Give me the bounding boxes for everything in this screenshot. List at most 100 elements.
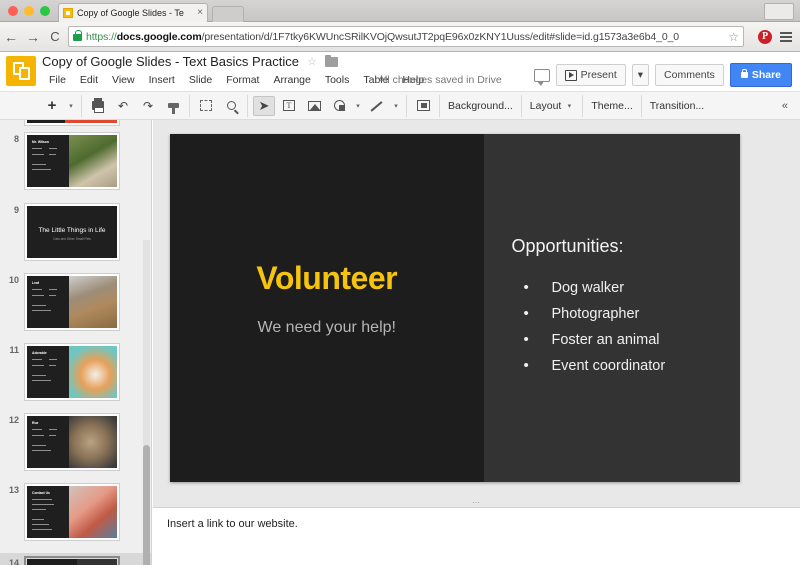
menu-view[interactable]: View — [105, 72, 142, 88]
thumbnail-number: 9 — [13, 205, 19, 215]
pinterest-extension-icon[interactable]: P — [758, 29, 772, 44]
theme-button[interactable]: Theme... — [583, 94, 642, 117]
share-label: Share — [751, 69, 781, 81]
line-caret-icon[interactable]: ▾ — [391, 102, 401, 110]
menu-arrange[interactable]: Arrange — [266, 72, 317, 88]
thumbnail-frame[interactable]: Contact Us — [24, 483, 120, 541]
minimize-window-button[interactable] — [24, 6, 34, 16]
thumbnail-frame[interactable] — [24, 120, 120, 126]
shape-icon[interactable] — [328, 96, 350, 116]
thumbnail-preview: Adorable — [27, 346, 117, 398]
close-tab-icon[interactable]: × — [197, 8, 203, 18]
reload-icon[interactable]: C — [44, 29, 66, 44]
notes-splitter[interactable]: ⋯ — [153, 498, 800, 508]
comments-button[interactable]: Comments — [655, 64, 724, 86]
star-icon[interactable]: ☆ — [307, 55, 317, 68]
print-icon[interactable] — [87, 96, 109, 116]
new-slide-icon[interactable] — [41, 96, 63, 116]
line-icon[interactable] — [366, 96, 388, 116]
text-box-icon[interactable]: T — [278, 96, 300, 116]
list-item[interactable]: Dog walker — [524, 279, 666, 296]
header-actions: Present ▾ Comments Share — [533, 63, 792, 87]
address-bar[interactable]: https://docs.google.com/presentation/d/1… — [68, 26, 744, 47]
menu-insert[interactable]: Insert — [142, 72, 182, 88]
slide-right-panel[interactable]: Opportunities: Dog walker Photographer F… — [483, 134, 740, 482]
page-title[interactable]: Copy of Google Slides - Text Basics Prac… — [42, 54, 299, 69]
thumbnail-slide-13[interactable]: 13 Contact Us — [0, 483, 151, 541]
menu-tools[interactable]: Tools — [318, 72, 357, 88]
bookmark-star-icon[interactable]: ☆ — [728, 30, 739, 44]
close-window-button[interactable] — [8, 6, 18, 16]
layout-caret-icon: ▾ — [567, 102, 572, 110]
undo-icon[interactable]: ↶ — [112, 96, 134, 116]
thumbnail-preview — [27, 120, 117, 123]
thumbnail-title: Mr. Wilson — [32, 140, 49, 144]
menu-file[interactable]: File — [42, 72, 73, 88]
list-item[interactable]: Foster an animal — [524, 331, 666, 348]
google-slides-logo-icon[interactable] — [6, 56, 36, 86]
thumbnail-slide-10[interactable]: 10 Leaf — [0, 273, 151, 331]
speaker-notes-panel[interactable]: Insert a link to our website. — [153, 508, 800, 565]
present-options-button[interactable]: ▾ — [631, 64, 650, 86]
speaker-notes-text[interactable]: Insert a link to our website. — [167, 518, 786, 530]
layout-button[interactable]: Layout ▾ — [522, 94, 584, 117]
menu-edit[interactable]: Edit — [73, 72, 105, 88]
lock-icon — [73, 30, 82, 41]
thumbnail-number: 14 — [8, 558, 19, 565]
thumbnail-frame-selected[interactable]: Volunteer We need your help! Opportuniti… — [24, 556, 120, 565]
browser-tab-active[interactable]: Copy of Google Slides - Te × — [58, 3, 208, 22]
chrome-menu-icon[interactable] — [780, 30, 792, 44]
shape-caret-icon[interactable]: ▾ — [353, 102, 363, 110]
maximize-window-button[interactable] — [40, 6, 50, 16]
slide-left-panel[interactable]: Volunteer We need your help! — [170, 134, 484, 482]
menu-slide[interactable]: Slide — [182, 72, 219, 88]
slide-filmstrip[interactable]: 7 8 Mr. Wilson — [0, 120, 152, 565]
share-button[interactable]: Share — [729, 63, 792, 87]
thumbnail-slide-7[interactable]: 7 — [0, 120, 151, 126]
browser-nav-bar: ← → C https://docs.google.com/presentati… — [0, 22, 800, 52]
insert-image-icon[interactable] — [303, 96, 325, 116]
thumbnail-number: 10 — [8, 275, 19, 285]
paint-format-icon[interactable] — [162, 96, 184, 116]
forward-icon[interactable]: → — [22, 29, 44, 45]
present-button[interactable]: Present — [555, 64, 626, 86]
slide-bullet-list[interactable]: Dog walker Photographer Foster an animal… — [524, 279, 666, 384]
list-item[interactable]: Event coordinator — [524, 357, 666, 374]
thumbnail-frame[interactable]: Rue — [24, 413, 120, 471]
thumbnail-frame[interactable]: Leaf — [24, 273, 120, 331]
slide-subtitle[interactable]: We need your help! — [170, 319, 484, 337]
zoom-icon[interactable] — [220, 96, 242, 116]
transition-button[interactable]: Transition... — [642, 95, 712, 117]
toolbar-group-view — [190, 94, 248, 117]
redo-icon[interactable]: ↷ — [137, 96, 159, 116]
current-slide[interactable]: Volunteer We need your help! Opportuniti… — [170, 134, 740, 482]
slide-title[interactable]: Volunteer — [170, 260, 484, 297]
thumbnail-slide-14[interactable]: 14 Volunteer We need your help! Opportun… — [0, 553, 151, 565]
background-button[interactable]: Background... — [440, 94, 522, 117]
thumbnail-slide-8[interactable]: 8 Mr. Wilson — [0, 132, 151, 190]
comment-bubble-icon[interactable] — [533, 68, 550, 86]
slide-canvas-area[interactable]: Volunteer We need your help! Opportuniti… — [153, 120, 800, 498]
select-cursor-icon[interactable]: ➤ — [253, 95, 275, 116]
new-slide-caret-icon[interactable]: ▾ — [66, 102, 76, 110]
collapse-toolbar-icon[interactable]: « — [782, 100, 788, 112]
lock-icon — [740, 69, 748, 78]
toolbar-group-new: ▾ — [36, 94, 82, 117]
filmstrip-scrollbar-thumb[interactable] — [143, 445, 150, 565]
thumbnail-frame[interactable]: Adorable — [24, 343, 120, 401]
thumbnail-frame[interactable]: The Little Things in Life Cats and Other… — [24, 203, 120, 261]
thumbnail-slide-9[interactable]: 9 The Little Things in Life Cats and Oth… — [0, 203, 151, 261]
thumbnail-slide-12[interactable]: 12 Rue — [0, 413, 151, 471]
slide-body-heading[interactable]: Opportunities: — [512, 236, 624, 257]
new-tab-button[interactable] — [212, 6, 244, 22]
folder-icon[interactable] — [324, 54, 338, 67]
background-image-icon[interactable] — [412, 96, 434, 116]
back-icon[interactable]: ← — [0, 29, 22, 45]
list-item[interactable]: Photographer — [524, 305, 666, 322]
fit-layout-icon[interactable] — [195, 96, 217, 116]
save-status: All changes saved in Drive — [378, 74, 502, 86]
thumbnail-frame[interactable]: Mr. Wilson — [24, 132, 120, 190]
menu-format[interactable]: Format — [219, 72, 266, 88]
window-controls-button[interactable] — [764, 3, 794, 20]
thumbnail-slide-11[interactable]: 11 Adorable — [0, 343, 151, 401]
